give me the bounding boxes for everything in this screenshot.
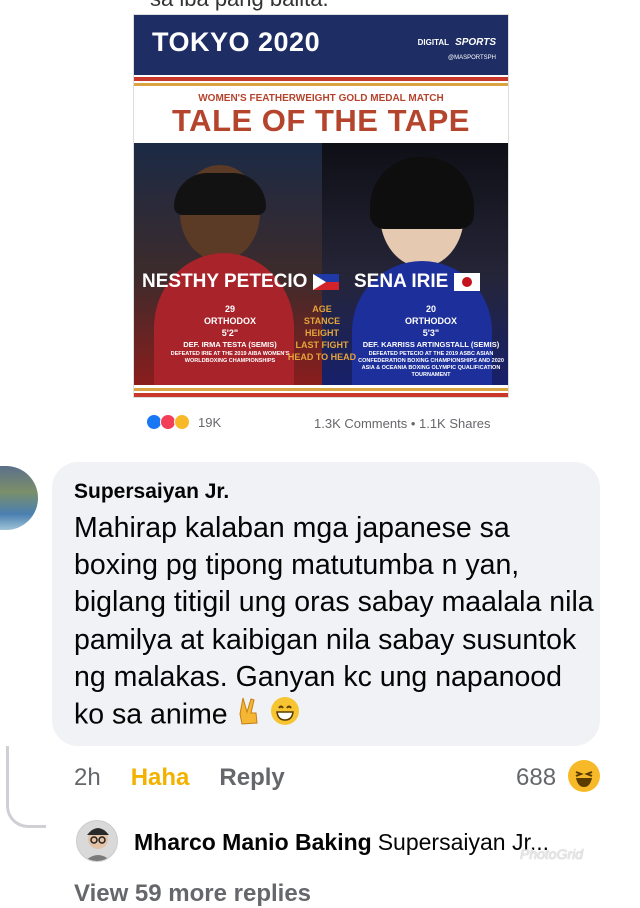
previous-text-fragment: sa iba pang balita.: [150, 0, 329, 12]
comment-text: Mahirap kalaban mga japanese sa boxing p…: [74, 510, 594, 736]
event-title: TOKYO 2020: [152, 27, 321, 57]
comment-time[interactable]: 2h: [74, 764, 101, 792]
stats-left: 29 ORTHODOX 5'2" DEF. IRMA TESTA (SEMIS)…: [170, 304, 290, 364]
japan-flag-icon: [453, 272, 480, 291]
fighter-name-left: NESTHY PETECIO: [142, 271, 339, 293]
reply-button[interactable]: Reply: [219, 764, 284, 792]
philippines-flag-icon: [312, 273, 339, 290]
comments-shares-count[interactable]: 1.3K Comments • 1.1K Shares: [314, 416, 491, 431]
comment-reaction-count[interactable]: 688: [516, 764, 556, 792]
photogrid-watermark: PhotoGrid: [520, 846, 584, 862]
laughing-face-icon: [568, 760, 600, 792]
view-more-replies-link[interactable]: View 59 more replies: [74, 880, 311, 908]
grinning-face-emoji-icon: [270, 696, 300, 736]
comment-author[interactable]: Supersaiyan Jr.: [74, 480, 229, 504]
graphic-banner: TOKYO 2020 DIGITAL SPORTS @MASPORTSPH: [134, 15, 508, 75]
stats-right: 20 ORTHODOX 5'3" DEF. KARRISS ARTINGSTAL…: [358, 304, 504, 378]
graphic-footer: [134, 385, 508, 397]
comment-actions: 2h Haha Reply: [74, 764, 315, 792]
victory-hand-emoji-icon: [236, 696, 262, 736]
haha-reaction-button[interactable]: Haha: [131, 764, 190, 792]
avatar[interactable]: [0, 466, 38, 530]
divider-gold: [134, 83, 508, 86]
stats-labels: AGE STANCE HEIGHT LAST FIGHT HEAD TO HEA…: [287, 304, 357, 362]
divider-stripe: [134, 77, 508, 81]
post-image[interactable]: TOKYO 2020 DIGITAL SPORTS @MASPORTSPH WOM…: [133, 14, 509, 398]
post-reactions[interactable]: 19K: [146, 414, 221, 430]
reply-author[interactable]: Mharco Manio Baking: [134, 829, 372, 855]
fighter-name-right: SENA IRIE: [354, 271, 480, 293]
reply-thread-line: [6, 746, 46, 828]
wow-reaction-icon: [174, 414, 190, 430]
avatar[interactable]: [76, 820, 118, 862]
tale-of-tape-headline: TALE OF THE TAPE: [172, 103, 470, 138]
social-handle: @MASPORTSPH: [448, 55, 496, 61]
reaction-count: 19K: [198, 414, 222, 430]
brand-logo: DIGITAL SPORTS: [417, 37, 496, 48]
reply-preview[interactable]: Mharco Manio Baking Supersaiyan Jr...: [134, 829, 549, 856]
